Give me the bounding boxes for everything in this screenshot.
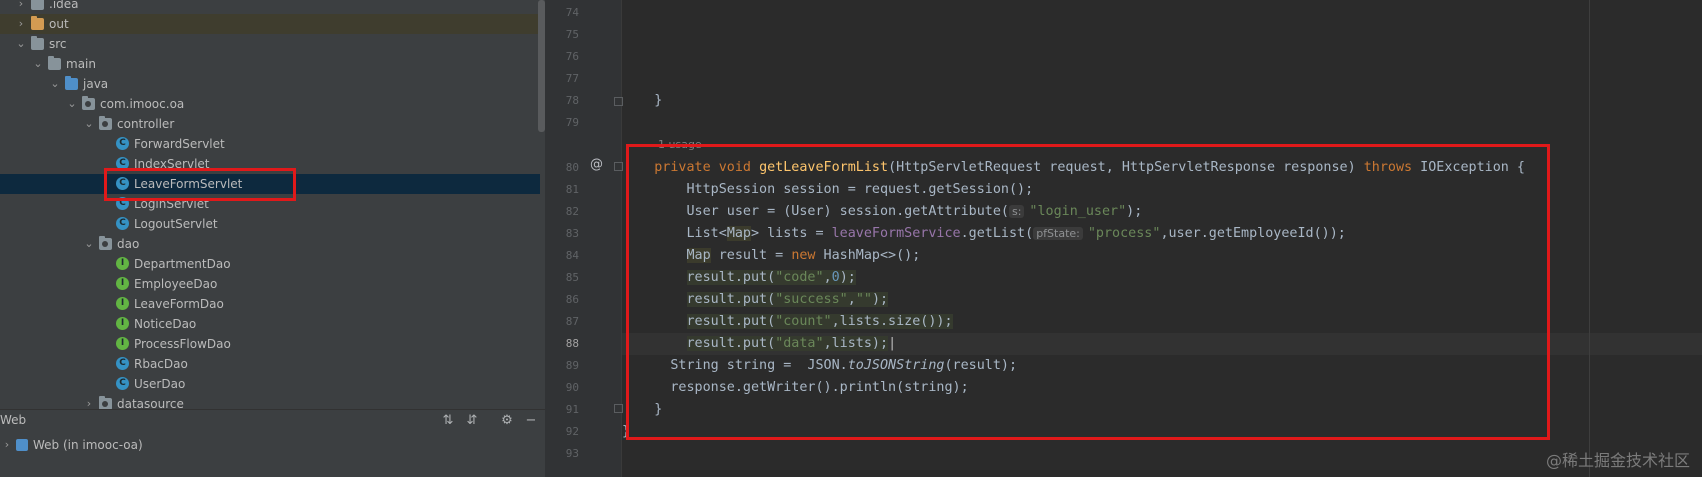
tree-item-label: .idea	[49, 0, 79, 11]
settings-gear-icon[interactable]: ⚙	[499, 413, 515, 429]
tree-item-label: DepartmentDao	[134, 257, 231, 271]
tree-item-label: dao	[117, 237, 140, 251]
chevron-down-icon[interactable]: ⌄	[31, 54, 45, 74]
line-number: 93	[565, 447, 579, 460]
tree-item[interactable]: ⌄ java	[0, 74, 540, 94]
web-facet-label: Web (in imooc-oa)	[33, 438, 143, 452]
chevron-down-icon[interactable]: ⌄	[48, 74, 62, 94]
web-panel-title: Web	[0, 413, 27, 427]
closing-brace: }	[622, 93, 663, 108]
chevron-down-icon[interactable]: ⌄	[82, 234, 96, 254]
line-number: 89	[565, 359, 579, 372]
interface-icon: I	[116, 317, 129, 330]
tree-item-label: src	[49, 37, 67, 51]
right-margin-guide	[1589, 0, 1590, 477]
line-number: 91	[565, 403, 579, 416]
class-icon: C	[116, 137, 129, 150]
tree-item[interactable]: C ForwardServlet	[0, 134, 540, 154]
interface-icon: I	[116, 297, 129, 310]
line-number: 77	[565, 72, 579, 85]
tree-item-label: LeaveFormDao	[134, 297, 224, 311]
project-scrollbar[interactable]	[538, 0, 545, 132]
tree-item[interactable]: ⌄ src	[0, 34, 540, 54]
tree-item-label: controller	[117, 117, 175, 131]
chevron-down-icon[interactable]: ⌄	[82, 114, 96, 134]
tree-item-label: out	[49, 17, 69, 31]
line-number: 86	[565, 293, 579, 306]
annotation-highlight-leaveformservlet	[104, 168, 296, 201]
code-line-78: }	[622, 90, 1702, 112]
line-number: 78	[565, 94, 579, 107]
tree-item[interactable]: ⌄ main	[0, 54, 540, 74]
class-icon: C	[116, 217, 129, 230]
tree-item[interactable]: ⌄ com.imooc.oa	[0, 94, 540, 114]
tree-item[interactable]: I DepartmentDao	[0, 254, 540, 274]
tree-item[interactable]: › .idea	[0, 0, 540, 14]
line-number: 87	[565, 315, 579, 328]
web-tool-window-header: Web ⇅ ⇵ ⚙ −	[0, 409, 545, 434]
web-module-icon	[16, 439, 28, 451]
line-number: 92	[565, 425, 579, 438]
chevron-right-icon[interactable]: ›	[14, 0, 28, 14]
chevron-right-icon[interactable]: ›	[14, 14, 28, 34]
line-number: 84	[565, 249, 579, 262]
tree-item[interactable]: C RbacDao	[0, 354, 540, 374]
line-number: 90	[565, 381, 579, 394]
web-facet-item[interactable]: › Web (in imooc-oa)	[0, 434, 545, 456]
class-icon: C	[116, 357, 129, 370]
class-icon: C	[116, 377, 129, 390]
chevron-down-icon[interactable]: ⌄	[14, 34, 28, 54]
tree-item[interactable]: ⌄ dao	[0, 234, 540, 254]
tree-item[interactable]: I ProcessFlowDao	[0, 334, 540, 354]
line-number: 75	[565, 28, 579, 41]
tree-item[interactable]: I NoticeDao	[0, 314, 540, 334]
tree-item-label: UserDao	[134, 377, 186, 391]
tree-item[interactable]: C UserDao	[0, 374, 540, 394]
chevron-down-icon[interactable]: ⌄	[65, 94, 79, 114]
expand-all-icon[interactable]: ⇅	[440, 413, 456, 429]
folder-icon	[48, 56, 61, 70]
tree-item[interactable]: I EmployeeDao	[0, 274, 540, 294]
collapse-all-icon[interactable]: ⇵	[464, 413, 480, 429]
annotation-highlight-method	[626, 144, 1550, 440]
line-number: 83	[565, 227, 579, 240]
folder-icon	[31, 0, 44, 10]
line-number: 88	[565, 337, 579, 350]
line-number: 81	[565, 183, 579, 196]
line-number: 74	[565, 6, 579, 19]
line-number: 85	[565, 271, 579, 284]
line-number: 79	[565, 116, 579, 129]
folder-icon	[31, 36, 44, 50]
tree-item-label: LogoutServlet	[134, 217, 218, 231]
tree-item-label: RbacDao	[134, 357, 188, 371]
project-panel: › .idea › out ⌄ src ⌄ main ⌄ java ⌄ com.imooc.oa ⌄ co…	[0, 0, 545, 477]
line-number: 82	[565, 205, 579, 218]
tree-item-label: java	[83, 77, 109, 91]
tree-item-label: com.imooc.oa	[100, 97, 185, 111]
interface-icon: I	[116, 277, 129, 290]
tree-item-label: main	[66, 57, 96, 71]
tree-item-label: NoticeDao	[134, 317, 197, 331]
tree-item[interactable]: C LogoutServlet	[0, 214, 540, 234]
package-icon	[82, 96, 95, 110]
interface-icon: I	[116, 337, 129, 350]
tree-item[interactable]: › out	[0, 14, 540, 34]
tree-item[interactable]: ⌄ controller	[0, 114, 540, 134]
package-icon	[99, 116, 112, 130]
hide-minus-icon[interactable]: −	[523, 413, 539, 429]
annotation-at-icon[interactable]: @	[590, 157, 603, 172]
watermark: @稀土掘金技术社区	[1545, 451, 1690, 470]
package-icon	[99, 236, 112, 250]
tree-item[interactable]: I LeaveFormDao	[0, 294, 540, 314]
tree-item-label: ForwardServlet	[134, 137, 225, 151]
interface-icon: I	[116, 257, 129, 270]
tree-item-label: EmployeeDao	[134, 277, 218, 291]
folder-blue-icon	[65, 76, 78, 90]
folder-orange-icon	[31, 16, 44, 30]
tree-item-label: ProcessFlowDao	[134, 337, 231, 351]
line-number: 76	[565, 50, 579, 63]
chevron-right-icon[interactable]: ›	[0, 434, 14, 456]
line-number: 80	[565, 161, 579, 174]
